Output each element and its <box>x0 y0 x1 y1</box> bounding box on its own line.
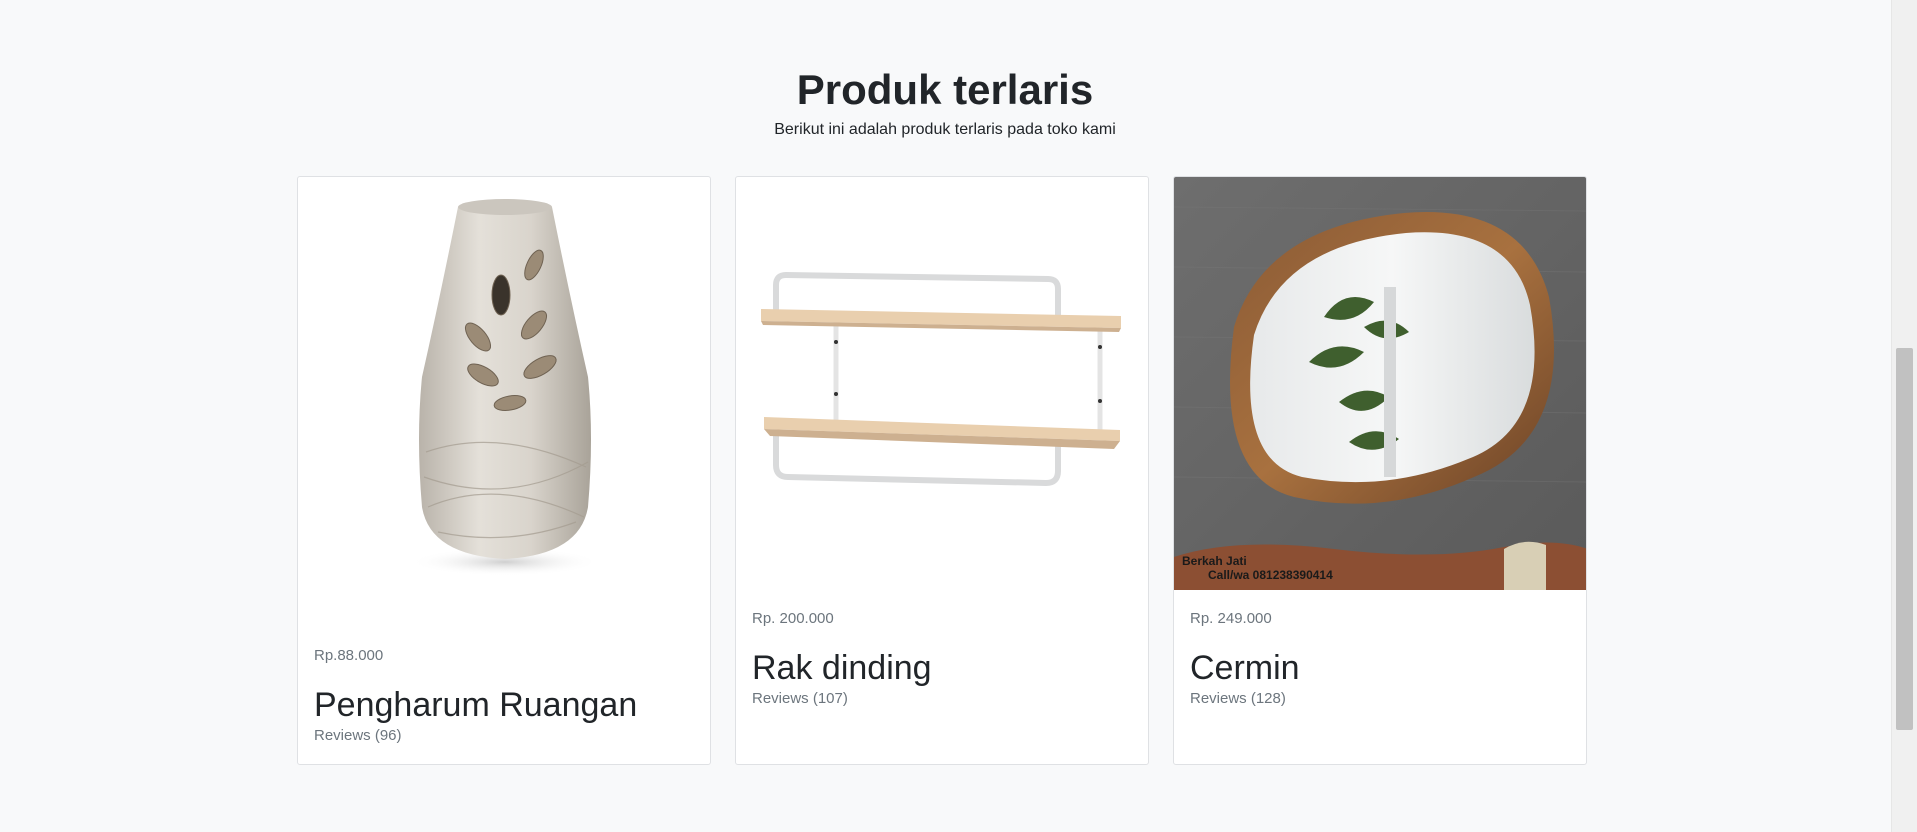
image-watermark-text: Berkah Jati <box>1182 554 1247 568</box>
product-card-body: Rp. 249.000 Cermin Reviews (128) <box>1174 590 1586 708</box>
section-subtitle: Berikut ini adalah produk terlaris pada … <box>774 121 1116 138</box>
air-freshener-icon <box>410 199 600 576</box>
image-watermark-text: Call/wa 081238390414 <box>1208 568 1333 582</box>
product-name[interactable]: Rak dinding <box>752 648 1132 688</box>
product-card-body: Rp.88.000 Pengharum Ruangan Reviews (96) <box>298 617 710 745</box>
product-price: Rp.88.000 <box>314 647 384 664</box>
product-card-body: Rp. 200.000 Rak dinding Reviews (107) <box>736 590 1148 708</box>
section-title: Produk terlaris <box>796 66 1094 113</box>
product-card[interactable]: Berkah Jati Call/wa 081238390414 Rp. 249… <box>1173 176 1587 765</box>
product-name[interactable]: Pengharum Ruangan <box>314 685 694 725</box>
vertical-scrollbar[interactable] <box>1891 0 1917 832</box>
product-image-wall-shelf[interactable] <box>736 177 1148 590</box>
product-price: Rp. 249.000 <box>1190 610 1272 627</box>
product-card-list: Rp.88.000 Pengharum Ruangan Reviews (96) <box>297 176 1587 765</box>
product-reviews: Reviews (96) <box>314 727 402 744</box>
section-header: Produk terlaris Berikut ini adalah produ… <box>0 0 1890 140</box>
product-price: Rp. 200.000 <box>752 610 834 627</box>
wooden-mirror-icon: Berkah Jati Call/wa 081238390414 <box>1174 177 1586 590</box>
product-card[interactable]: Rp. 200.000 Rak dinding Reviews (107) <box>735 176 1149 765</box>
product-reviews: Reviews (107) <box>752 690 848 707</box>
product-image-air-freshener[interactable] <box>298 177 710 617</box>
product-card[interactable]: Rp.88.000 Pengharum Ruangan Reviews (96) <box>297 176 711 765</box>
product-image-mirror[interactable]: Berkah Jati Call/wa 081238390414 <box>1174 177 1586 590</box>
product-reviews: Reviews (128) <box>1190 690 1286 707</box>
scrollbar-thumb[interactable] <box>1896 348 1913 730</box>
wall-shelf-icon <box>761 272 1121 486</box>
product-name[interactable]: Cermin <box>1190 648 1570 688</box>
